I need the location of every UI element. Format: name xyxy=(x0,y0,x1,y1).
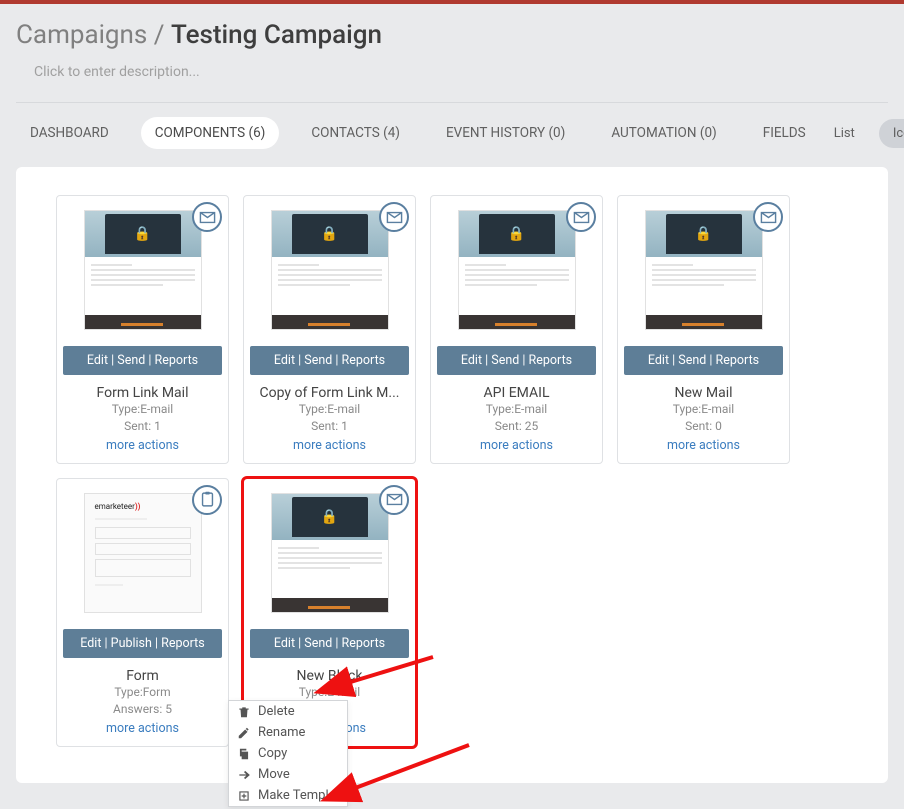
menu-item-label: Delete xyxy=(258,704,295,719)
card-sent: Sent: 1 xyxy=(57,418,228,435)
card-actions-button[interactable]: Edit | Send | Reports xyxy=(250,346,409,375)
trash-icon xyxy=(237,705,251,719)
envelope-icon xyxy=(379,485,409,515)
envelope-icon xyxy=(753,202,783,232)
breadcrumb-current: Testing Campaign xyxy=(171,20,382,50)
card-title: Form Link Mail xyxy=(57,381,228,401)
card-actions-button[interactable]: Edit | Send | Reports xyxy=(624,346,783,375)
description-input[interactable]: Click to enter description... xyxy=(34,64,888,80)
tab-components[interactable]: COMPONENTS (6) xyxy=(141,117,280,149)
envelope-icon xyxy=(192,202,222,232)
menu-item-label: Make Template xyxy=(258,788,347,803)
view-toggle: List Icons xyxy=(820,119,904,148)
card-type: Type:E-mail xyxy=(57,401,228,418)
card-new-mail[interactable]: 🔒 Edit | Send | Reports New Mail Type:E-… xyxy=(617,195,790,464)
form-logo-text: emarketeer xyxy=(95,502,135,511)
tab-automation[interactable]: AUTOMATION (0) xyxy=(597,117,730,149)
card-sent: Sent: 25 xyxy=(431,418,602,435)
breadcrumb: Campaigns / Testing Campaign xyxy=(16,20,888,50)
tab-dashboard[interactable]: DASHBOARD xyxy=(16,117,123,149)
tab-fields[interactable]: FIELDS xyxy=(749,117,820,149)
more-actions-link[interactable]: more actions xyxy=(431,436,602,457)
card-type: Type:Form xyxy=(57,684,228,701)
divider xyxy=(16,102,888,103)
card-title: Copy of Form Link M... xyxy=(244,381,415,401)
card-api-email[interactable]: 🔒 Edit | Send | Reports API EMAIL Type:E… xyxy=(430,195,603,464)
breadcrumb-sep: / xyxy=(147,20,171,50)
envelope-icon xyxy=(379,202,409,232)
plus-box-icon xyxy=(237,789,251,803)
clipboard-icon xyxy=(192,485,222,515)
menu-move[interactable]: Move xyxy=(229,764,347,785)
view-icons-button[interactable]: Icons xyxy=(879,119,904,148)
card-sent: Sent: 1 xyxy=(244,418,415,435)
more-actions-menu: Delete Rename Copy Move Make Template xyxy=(228,700,348,807)
annotation-arrow xyxy=(344,740,474,804)
more-actions-link[interactable]: more actions xyxy=(618,436,789,457)
tabs-row: DASHBOARD COMPONENTS (6) CONTACTS (4) EV… xyxy=(16,113,888,167)
annotation-arrow xyxy=(338,652,438,696)
card-copy-form-link-mail[interactable]: 🔒 Edit | Send | Reports Copy of Form Lin… xyxy=(243,195,416,464)
card-type: Type:E-mail xyxy=(244,401,415,418)
breadcrumb-parent[interactable]: Campaigns xyxy=(16,20,147,50)
card-actions-button[interactable]: Edit | Send | Reports xyxy=(437,346,596,375)
card-form[interactable]: emarketeer)) Edit | Publish | Reports Fo… xyxy=(56,478,229,747)
envelope-icon xyxy=(566,202,596,232)
tab-contacts[interactable]: CONTACTS (4) xyxy=(297,117,414,149)
menu-make-template[interactable]: Make Template xyxy=(229,785,347,806)
more-actions-link[interactable]: more actions xyxy=(244,436,415,457)
menu-copy[interactable]: Copy xyxy=(229,743,347,764)
more-actions-link[interactable]: more actions xyxy=(57,719,228,740)
menu-item-label: Copy xyxy=(258,746,287,761)
copy-icon xyxy=(237,747,251,761)
arrow-right-icon xyxy=(237,768,251,782)
card-type: Type:E-mail xyxy=(431,401,602,418)
card-actions-button[interactable]: Edit | Send | Reports xyxy=(63,346,222,375)
menu-delete[interactable]: Delete xyxy=(229,701,347,722)
menu-item-label: Move xyxy=(258,767,290,782)
card-form-link-mail[interactable]: 🔒 Edit | Send | Reports Form Link Mail T… xyxy=(56,195,229,464)
card-answers: Answers: 5 xyxy=(57,701,228,718)
pencil-icon xyxy=(237,726,251,740)
card-title: New Mail xyxy=(618,381,789,401)
card-sent: Sent: 0 xyxy=(618,418,789,435)
view-list-button[interactable]: List xyxy=(820,119,869,148)
card-type: Type:E-mail xyxy=(618,401,789,418)
tabs: DASHBOARD COMPONENTS (6) CONTACTS (4) EV… xyxy=(16,117,820,149)
menu-item-label: Rename xyxy=(258,725,305,740)
tab-event-history[interactable]: EVENT HISTORY (0) xyxy=(432,117,579,149)
card-title: Form xyxy=(57,664,228,684)
card-actions-button[interactable]: Edit | Publish | Reports xyxy=(63,629,222,658)
page: Campaigns / Testing Campaign Click to en… xyxy=(0,4,904,807)
cards-grid: 🔒 Edit | Send | Reports Form Link Mail T… xyxy=(56,195,848,747)
more-actions-link[interactable]: more actions xyxy=(57,436,228,457)
card-title: API EMAIL xyxy=(431,381,602,401)
menu-rename[interactable]: Rename xyxy=(229,722,347,743)
components-panel: 🔒 Edit | Send | Reports Form Link Mail T… xyxy=(16,167,888,783)
